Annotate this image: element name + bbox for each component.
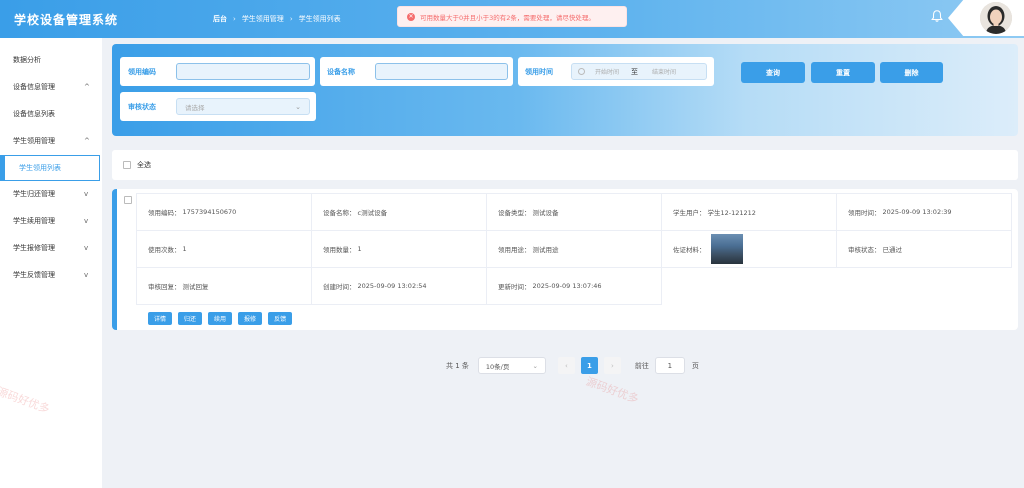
- avatar-container: [948, 0, 1024, 36]
- page-size-value: 10条/页: [485, 362, 510, 371]
- prev-page-button[interactable]: ‹: [557, 357, 575, 374]
- sidebar-item-label: 数据分析: [13, 56, 41, 64]
- sidebar-item-data-analysis[interactable]: 数据分析: [0, 47, 102, 73]
- chevron-down-icon: v: [84, 217, 89, 225]
- status-select[interactable]: 请选择 ⌄: [176, 98, 310, 115]
- pagination: 共 1 条 10条/页 ⌄ ‹ 1 › 前往 1 页: [446, 357, 699, 374]
- field-borrow-time: 领用时间： 2025-09-09 13:02:39: [836, 193, 1012, 231]
- sidebar-item-device-info-management[interactable]: 设备信息管理 ^: [0, 74, 102, 100]
- clock-icon: [578, 68, 585, 75]
- sidebar-item-label: 设备信息管理: [13, 83, 55, 91]
- status-placeholder: 请选择: [185, 103, 205, 112]
- field-device-name: 设备名称： c测试设备: [311, 193, 487, 231]
- chevron-up-icon: ^: [84, 137, 90, 145]
- delete-button[interactable]: 删除: [880, 62, 943, 83]
- page-number-current[interactable]: 1: [580, 357, 598, 374]
- sidebar-item-student-borrow-list[interactable]: 学生领用列表: [0, 155, 100, 181]
- device-filter: 设备名称: [320, 57, 513, 86]
- record-actions: 详情 归还 续用 报修 反馈: [148, 312, 293, 325]
- sidebar-item-student-borrow-management[interactable]: 学生领用管理 ^: [0, 128, 102, 154]
- return-button[interactable]: 归还: [178, 312, 203, 325]
- goto-page-input[interactable]: 1: [654, 357, 685, 374]
- breadcrumb-current: 学生领用列表: [298, 15, 341, 23]
- breadcrumb: 后台 › 学生领用管理 › 学生领用列表: [213, 14, 341, 24]
- next-page-button[interactable]: ›: [603, 357, 621, 374]
- field-use-count: 使用次数： 1: [136, 230, 312, 268]
- filter-panel: 领用编码 设备名称 领用时间 开始时间 至 结束时间 查询 重置 删除 审核状态…: [112, 44, 1018, 136]
- sidebar-item-label: 学生领用列表: [19, 164, 61, 172]
- field-evidence: 佐证材料：: [661, 230, 837, 268]
- chevron-down-icon: v: [84, 244, 89, 252]
- field-purpose: 领用用途： 测试用途: [486, 230, 662, 268]
- breadcrumb-separator-icon: ›: [233, 15, 236, 23]
- page-size-select[interactable]: 10条/页 ⌄: [477, 357, 546, 374]
- search-button[interactable]: 查询: [741, 62, 805, 83]
- sidebar-item-label: 学生归还管理: [13, 190, 55, 198]
- toast-message: 可用数量大于0并且小于3的有2条，需要处理，请尽快处理。: [420, 13, 595, 22]
- feedback-button[interactable]: 反馈: [268, 312, 293, 325]
- code-filter: 领用编码: [120, 57, 315, 86]
- end-time-placeholder[interactable]: 结束时间: [652, 67, 676, 76]
- watermark: 源码好优多: [584, 374, 641, 406]
- chevron-down-icon: v: [84, 271, 89, 279]
- field-review-status: 审核状态： 已通过: [836, 230, 1012, 268]
- field-created-time: 创建时间： 2025-09-09 13:02:54: [311, 267, 487, 305]
- record-card: 领用编码： 1757394150670 设备名称： c测试设备 设备类型： 测试设备 …: [112, 189, 1018, 330]
- app-title: 学校设备管理系统: [14, 13, 119, 27]
- code-input[interactable]: [176, 63, 310, 80]
- sidebar-item-device-info-list[interactable]: 设备信息列表: [0, 101, 102, 127]
- breadcrumb-home[interactable]: 后台: [213, 14, 227, 24]
- code-label: 领用编码: [128, 68, 156, 76]
- evidence-thumbnail[interactable]: [710, 234, 743, 264]
- breadcrumb-separator-icon: ›: [289, 15, 293, 23]
- sidebar-item-label: 学生领用管理: [13, 137, 55, 145]
- detail-button[interactable]: 详情: [148, 312, 173, 325]
- error-circle-icon: ✕: [407, 12, 415, 21]
- field-code: 领用编码： 1757394150670: [136, 193, 312, 231]
- pagination-total: 共 1 条: [446, 361, 469, 370]
- time-filter: 领用时间 开始时间 至 结束时间: [518, 57, 714, 86]
- sidebar-item-label: 设备信息列表: [13, 110, 55, 118]
- field-updated-time: 更新时间： 2025-09-09 13:07:46: [486, 267, 662, 305]
- sidebar: 数据分析 设备信息管理 ^ 设备信息列表 学生领用管理 ^ 学生领用列表 学生归还管…: [0, 38, 102, 488]
- record-checkbox[interactable]: [124, 196, 132, 204]
- sidebar-item-label: 学生报修管理: [13, 244, 55, 252]
- reset-button[interactable]: 重置: [811, 62, 875, 83]
- sidebar-item-student-renew-management[interactable]: 学生续用管理 v: [0, 208, 102, 234]
- renew-button[interactable]: 续用: [208, 312, 233, 325]
- status-label: 审核状态: [128, 103, 156, 111]
- field-student-user: 学生用户： 学生12-121212: [661, 193, 837, 231]
- sidebar-item-student-repair-management[interactable]: 学生报修管理 v: [0, 235, 102, 261]
- goto-label: 前往: [634, 361, 649, 370]
- select-all-label[interactable]: 全选: [137, 160, 151, 170]
- sidebar-item-label: 学生反馈管理: [13, 271, 55, 279]
- device-label: 设备名称: [327, 68, 355, 76]
- avatar[interactable]: [980, 2, 1012, 34]
- sidebar-item-student-feedback-management[interactable]: 学生反馈管理 v: [0, 262, 102, 288]
- start-time-placeholder[interactable]: 开始时间: [595, 67, 619, 76]
- field-review-reply: 审核回复： 测试回复: [136, 267, 312, 305]
- chevron-down-icon: ⌄: [532, 361, 538, 370]
- breadcrumb-section[interactable]: 学生领用管理: [242, 14, 284, 24]
- field-quantity: 领用数量： 1: [311, 230, 487, 268]
- error-toast: ✕ 可用数量大于0并且小于3的有2条，需要处理，请尽快处理。: [397, 6, 627, 27]
- sidebar-item-label: 学生续用管理: [13, 217, 55, 225]
- select-all-bar: 全选: [112, 150, 1018, 180]
- status-filter: 审核状态 请选择 ⌄: [120, 92, 316, 121]
- chevron-up-icon: ^: [84, 83, 90, 91]
- sidebar-item-student-return-management[interactable]: 学生归还管理 v: [0, 181, 102, 207]
- range-separator: 至: [631, 67, 639, 76]
- goto-unit: 页: [691, 361, 699, 370]
- bell-icon[interactable]: [930, 9, 944, 23]
- date-range-picker[interactable]: 开始时间 至 结束时间: [571, 63, 707, 80]
- time-label: 领用时间: [525, 68, 553, 76]
- device-name-input[interactable]: [375, 63, 508, 80]
- repair-button[interactable]: 报修: [238, 312, 263, 325]
- chevron-down-icon: v: [84, 190, 89, 198]
- chevron-down-icon: ⌄: [295, 102, 301, 111]
- select-all-checkbox[interactable]: [123, 161, 131, 169]
- field-device-type: 设备类型： 测试设备: [486, 193, 662, 231]
